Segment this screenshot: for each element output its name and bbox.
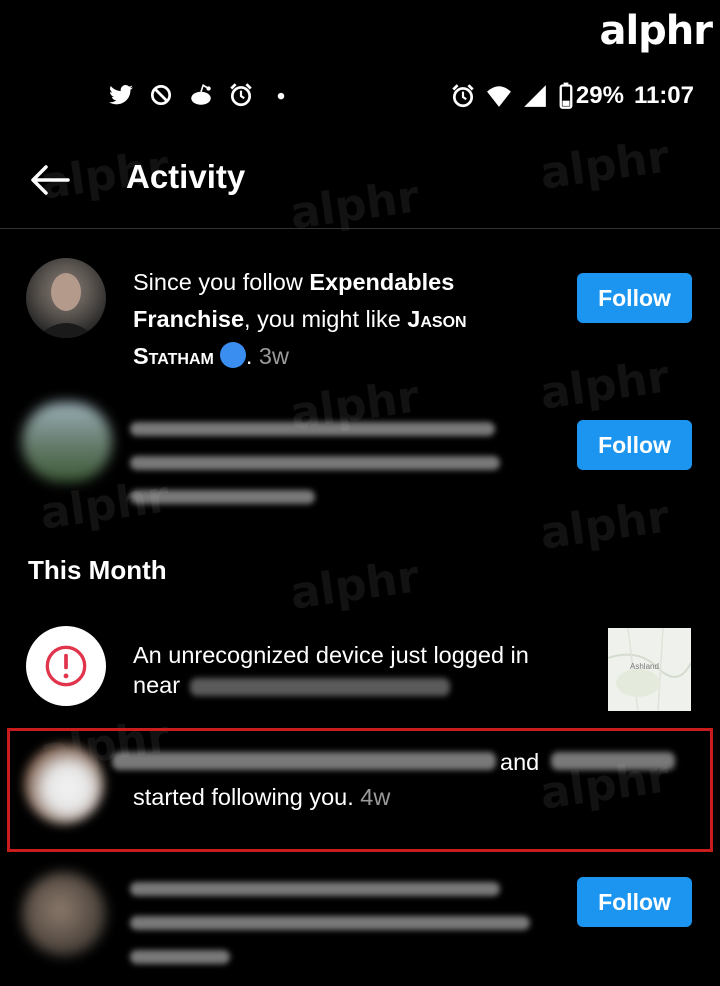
follow-button[interactable]: Follow: [577, 420, 692, 470]
avatar[interactable]: [26, 258, 106, 338]
map-label: Ashland: [630, 662, 659, 671]
battery-icon: [559, 82, 573, 109]
security-alert-row[interactable]: An unrecognized device just logged in ne…: [0, 626, 720, 716]
twitter-icon: [109, 85, 133, 105]
tinder-icon: [150, 84, 172, 106]
avatar[interactable]: [22, 872, 106, 956]
alert-avatar: [26, 626, 106, 706]
suggestion-text-part: , you might like: [244, 306, 408, 332]
alarm-icon: [452, 84, 474, 108]
blurred-text: [130, 882, 500, 896]
suggestion-row[interactable]: Follow: [0, 866, 720, 976]
avatar[interactable]: [22, 402, 112, 482]
follow-button[interactable]: Follow: [577, 877, 692, 927]
status-bar: 29% 11:07: [0, 78, 720, 118]
suggestion-text-part: .: [245, 343, 259, 369]
signal-icon: [524, 85, 546, 107]
section-title: This Month: [28, 555, 167, 585]
wifi-icon: [486, 86, 511, 107]
suggestion-row[interactable]: Since you follow Expendables Franchise, …: [0, 258, 720, 378]
suggestion-row[interactable]: Follow: [0, 398, 720, 508]
map-thumbnail[interactable]: Ashland: [608, 628, 691, 711]
alphr-logo: alphr: [599, 8, 713, 54]
app-header: Activity: [0, 150, 720, 214]
blurred-text: [130, 950, 230, 964]
blurred-text: [130, 916, 530, 930]
clock: 11:07: [633, 82, 694, 109]
alert-icon: [45, 645, 87, 687]
back-arrow-icon[interactable]: [28, 162, 72, 198]
dot-icon: [277, 92, 285, 100]
follow-button[interactable]: Follow: [577, 273, 692, 323]
blurred-text: [130, 490, 315, 504]
verified-badge-icon: [219, 342, 246, 368]
header-divider: [0, 228, 720, 229]
reddit-icon: [191, 84, 211, 105]
suggestion-text: Since you follow Expendables Franchise, …: [133, 264, 553, 375]
timestamp: 3w: [258, 343, 289, 369]
alarm-icon: [230, 83, 252, 107]
page-title: Activity: [126, 158, 246, 195]
blurred-text: [130, 456, 500, 470]
battery-percent: 29%: [575, 82, 624, 109]
blurred-location: [190, 678, 450, 696]
highlight-box: [7, 728, 713, 852]
blurred-text: [130, 422, 495, 436]
suggestion-text-part: Since you follow: [133, 269, 310, 295]
watermark-text: alphr: [287, 551, 423, 620]
